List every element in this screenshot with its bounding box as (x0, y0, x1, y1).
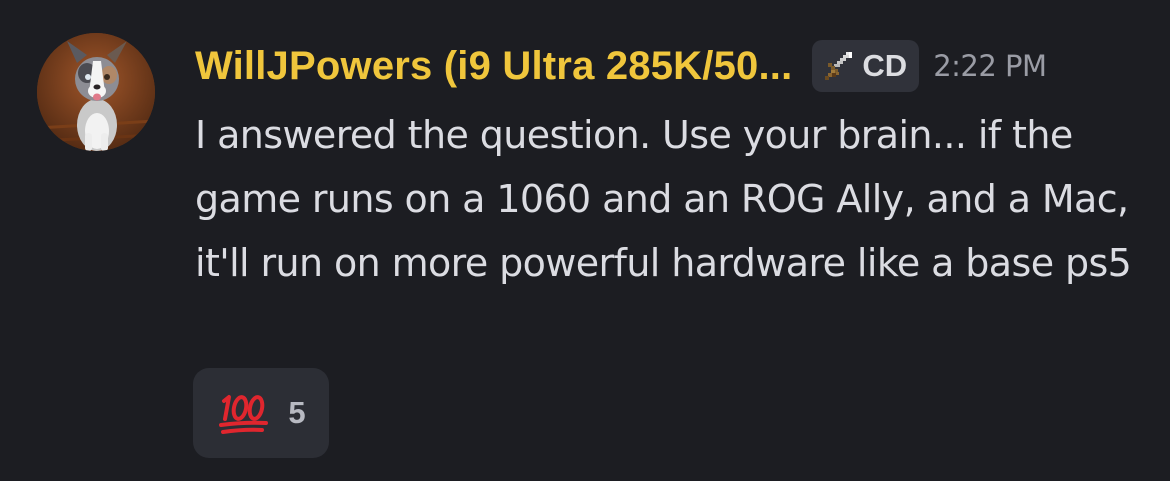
timestamp[interactable]: 2:22 PM (933, 49, 1047, 83)
message-header: WillJPowers (i9 Ultra 285K/50... CD 2:22… (195, 38, 1047, 94)
hundred-points-icon (219, 395, 269, 434)
chat-message: WillJPowers (i9 Ultra 285K/50... CD 2:22… (0, 0, 1170, 481)
tag-label: CD (862, 48, 908, 83)
username[interactable]: WillJPowers (i9 Ultra 285K/50... (195, 44, 792, 89)
dog-avatar-icon (37, 33, 155, 151)
sword-icon (825, 52, 853, 80)
message-content: I answered the question. Use your brain.… (195, 113, 1132, 285)
reaction-count: 5 (288, 395, 306, 430)
user-avatar[interactable] (37, 33, 155, 151)
reaction-button[interactable]: 5 (193, 368, 329, 458)
server-tag[interactable]: CD (812, 40, 920, 92)
